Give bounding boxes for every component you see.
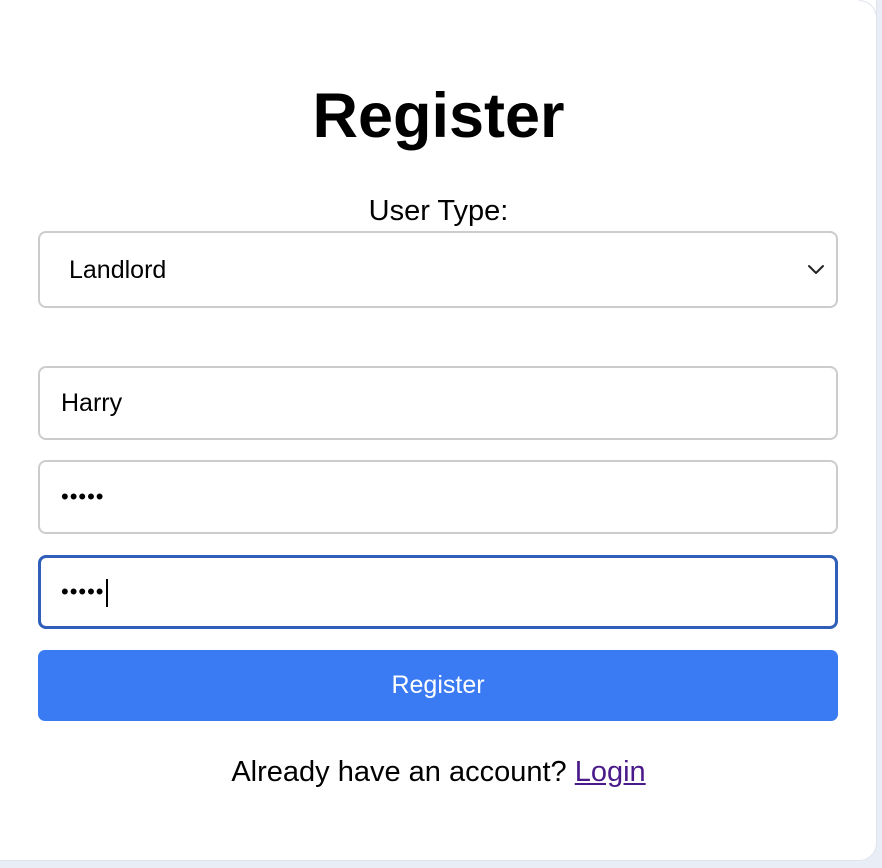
confirm-password-value: ••••• xyxy=(61,579,105,604)
login-prompt: Already have an account? Login xyxy=(0,754,877,790)
page-title: Register xyxy=(312,81,565,151)
login-link[interactable]: Login xyxy=(575,756,646,788)
confirm-password-input[interactable]: ••••• xyxy=(38,555,838,629)
chevron-down-icon xyxy=(808,265,824,274)
register-card: Register User Type: Landlord Harry •••••… xyxy=(0,0,877,861)
register-button[interactable]: Register xyxy=(38,650,838,721)
login-prompt-text: Already have an account? xyxy=(231,756,567,788)
user-type-selected-value: Landlord xyxy=(69,256,167,284)
user-type-label: User Type: xyxy=(368,195,509,227)
username-input[interactable]: Harry xyxy=(38,366,838,440)
password-value: ••••• xyxy=(61,484,105,509)
text-caret xyxy=(105,579,108,608)
password-input[interactable]: ••••• xyxy=(38,460,838,534)
username-value: Harry xyxy=(61,389,123,417)
user-type-select[interactable]: Landlord xyxy=(38,231,838,308)
